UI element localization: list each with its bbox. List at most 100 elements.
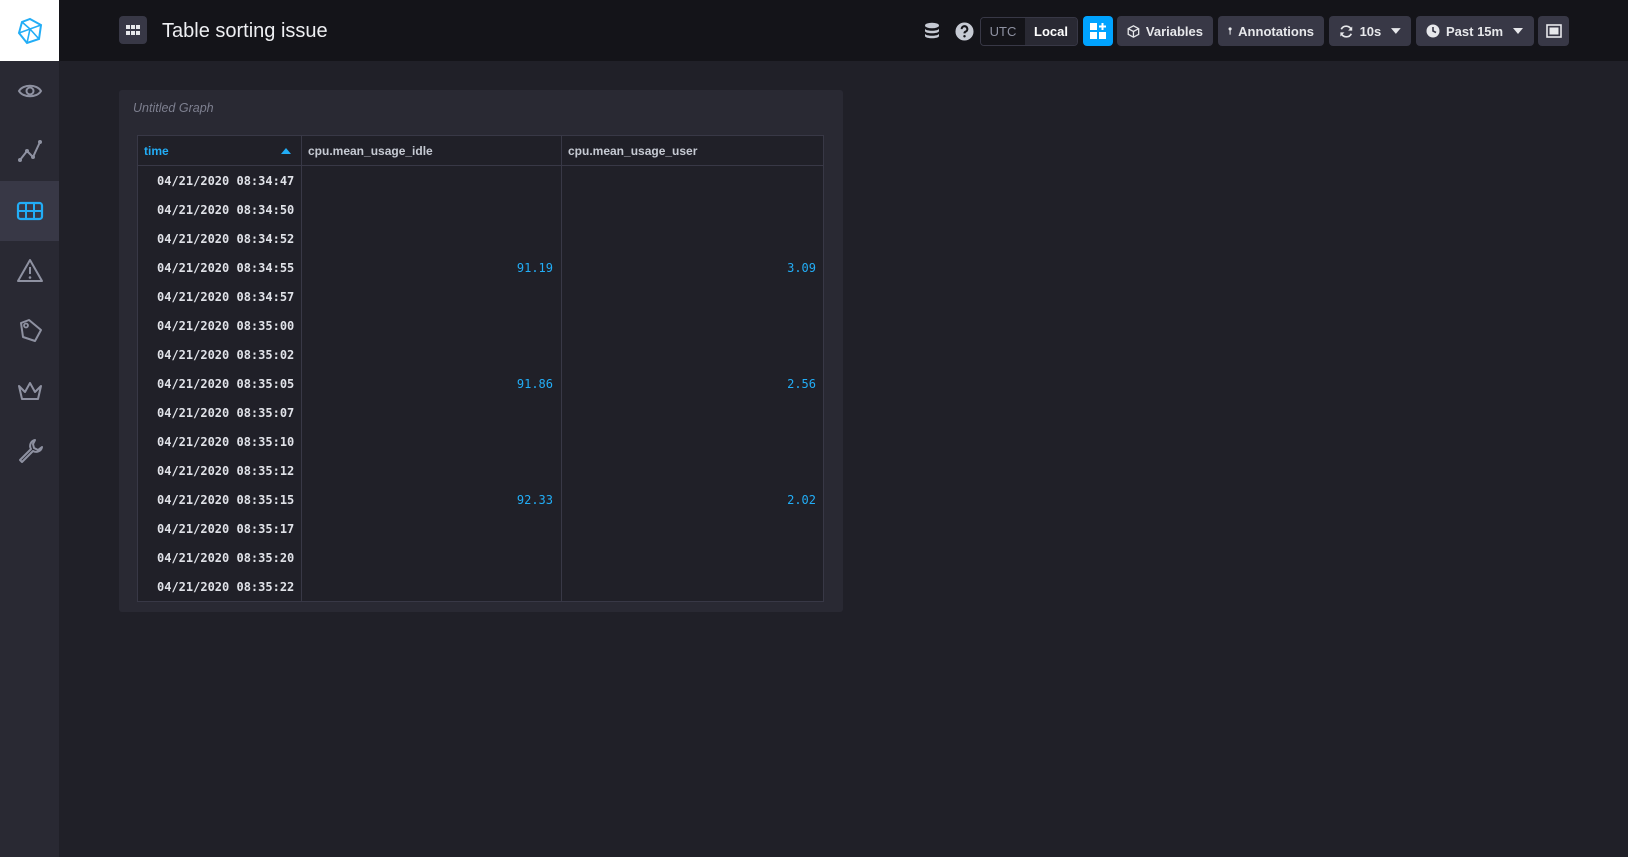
- cell-idle-value: [302, 398, 562, 428]
- timerange-dropdown[interactable]: Past 15m: [1416, 16, 1534, 46]
- table-row: 04/21/2020 08:34:57: [138, 282, 823, 312]
- cell-user-value: [562, 398, 823, 428]
- table-row: 04/21/2020 08:34:55 91.19 3.09: [138, 253, 823, 283]
- cell-time: 04/21/2020 08:34:57: [138, 282, 302, 312]
- help-button[interactable]: [952, 19, 976, 43]
- chevron-down-icon: [1391, 28, 1401, 34]
- dashboards-switch-button[interactable]: [119, 16, 147, 44]
- table-header-row: time cpu.mean_usage_idle cpu.mean_usage_…: [138, 136, 823, 166]
- cell-idle-value: [302, 195, 562, 225]
- column-header-time[interactable]: time: [138, 136, 302, 166]
- cell-idle-value: [302, 282, 562, 312]
- question-icon: [954, 21, 974, 41]
- table-icon: [16, 201, 43, 221]
- local-button[interactable]: Local: [1025, 18, 1077, 45]
- cell-time: 04/21/2020 08:35:00: [138, 311, 302, 341]
- cell-idle-value: 91.19: [302, 253, 562, 283]
- cell-user-value: [562, 282, 823, 312]
- add-cell-button[interactable]: [1083, 16, 1113, 46]
- column-header-label: time: [144, 143, 169, 158]
- table-row: 04/21/2020 08:35:20: [138, 543, 823, 573]
- sidebar: [0, 0, 59, 857]
- refresh-icon: [1340, 24, 1353, 38]
- cell-user-value: 3.09: [562, 253, 823, 283]
- eye-icon: [17, 84, 42, 98]
- page-title[interactable]: Table sorting issue: [162, 18, 328, 44]
- crown-icon: [17, 382, 42, 400]
- table-row: 04/21/2020 08:35:12: [138, 456, 823, 486]
- cell-user-value: [562, 543, 823, 573]
- cell-time: 04/21/2020 08:35:17: [138, 514, 302, 544]
- cell-idle-value: [302, 340, 562, 370]
- cell-idle-value: [302, 543, 562, 573]
- table-row: 04/21/2020 08:34:52: [138, 224, 823, 254]
- app: Table sorting issue UTC Local Variables …: [0, 0, 1628, 857]
- table-row: 04/21/2020 08:35:10: [138, 427, 823, 457]
- annotations-label: Annotations: [1238, 23, 1314, 39]
- cell-idle-value: [302, 572, 562, 601]
- table-row: 04/21/2020 08:35:22: [138, 572, 823, 601]
- database-button[interactable]: [920, 19, 944, 43]
- table-row: 04/21/2020 08:35:17: [138, 514, 823, 544]
- clock-icon: [1426, 24, 1440, 38]
- cell-user-value: 2.56: [562, 369, 823, 399]
- cell-idle-value: [302, 456, 562, 486]
- pin-icon: [1228, 27, 1232, 35]
- data-table[interactable]: time cpu.mean_usage_idle cpu.mean_usage_…: [137, 135, 824, 602]
- cell-idle-value: [302, 311, 562, 341]
- sort-ascending-icon: [281, 147, 291, 154]
- cell-time: 04/21/2020 08:35:02: [138, 340, 302, 370]
- timerange-label: Past 15m: [1446, 23, 1504, 39]
- sidebar-item-admin[interactable]: [0, 361, 59, 421]
- cell-time: 04/21/2020 08:35:05: [138, 369, 302, 399]
- graph-icon: [17, 140, 42, 162]
- cube-icon: [1127, 24, 1140, 38]
- variables-label: Variables: [1145, 23, 1203, 39]
- annotations-button[interactable]: Annotations: [1218, 16, 1324, 46]
- cell-idle-value: [302, 514, 562, 544]
- sidebar-item-dashboards[interactable]: [0, 181, 59, 241]
- table-row: 04/21/2020 08:34:47: [138, 166, 823, 196]
- cell-time: 04/21/2020 08:34:52: [138, 224, 302, 254]
- cell-user-value: [562, 311, 823, 341]
- cell-idle-value: 91.86: [302, 369, 562, 399]
- alert-icon: [16, 259, 43, 282]
- cell-idle-value: 92.33: [302, 485, 562, 515]
- cell-idle-value: [302, 224, 562, 254]
- utc-button[interactable]: UTC: [981, 18, 1025, 45]
- timezone-toggle: UTC Local: [980, 17, 1078, 46]
- table-row: 04/21/2020 08:35:00: [138, 311, 823, 341]
- table-row: 04/21/2020 08:35:02: [138, 340, 823, 370]
- expand-icon: [1545, 24, 1562, 38]
- column-header-user[interactable]: cpu.mean_usage_user: [562, 136, 823, 166]
- presentation-mode-button[interactable]: [1538, 16, 1569, 46]
- column-header-idle[interactable]: cpu.mean_usage_idle: [302, 136, 562, 166]
- variables-button[interactable]: Variables: [1117, 16, 1213, 46]
- sidebar-item-explore[interactable]: [0, 61, 59, 121]
- grid-icon: [126, 25, 140, 35]
- table-row: 04/21/2020 08:35:07: [138, 398, 823, 428]
- sidebar-item-alerts[interactable]: [0, 241, 59, 301]
- tag-icon: [19, 319, 42, 342]
- sidebar-item-configuration[interactable]: [0, 421, 59, 481]
- cell-time: 04/21/2020 08:35:15: [138, 485, 302, 515]
- chevron-down-icon: [1513, 28, 1524, 34]
- dashboard-header: Table sorting issue UTC Local Variables …: [59, 0, 1628, 61]
- cell-user-value: [562, 514, 823, 544]
- autorefresh-dropdown[interactable]: 10s: [1329, 16, 1411, 46]
- table-row: 04/21/2020 08:35:15 92.33 2.02: [138, 485, 823, 515]
- cell-user-value: [562, 195, 823, 225]
- cell-user-value: [562, 340, 823, 370]
- cell-title: Untitled Graph: [133, 101, 214, 115]
- cell-time: 04/21/2020 08:35:22: [138, 572, 302, 601]
- sidebar-item-log-viewer[interactable]: [0, 301, 59, 361]
- cell-time: 04/21/2020 08:35:20: [138, 543, 302, 573]
- cell-user-value: [562, 224, 823, 254]
- dashboard-cell[interactable]: Untitled Graph time cpu.mean_usage_idle …: [119, 90, 843, 612]
- logo[interactable]: [0, 0, 59, 61]
- table-row: 04/21/2020 08:34:50: [138, 195, 823, 225]
- cell-time: 04/21/2020 08:35:07: [138, 398, 302, 428]
- sidebar-item-data-explorer[interactable]: [0, 121, 59, 181]
- cell-user-value: 2.02: [562, 485, 823, 515]
- cell-idle-value: [302, 427, 562, 457]
